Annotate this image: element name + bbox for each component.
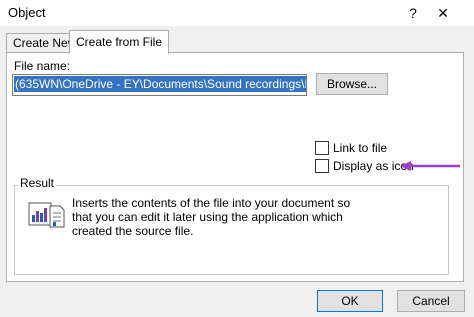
- link-to-file-label: Link to file: [333, 140, 388, 155]
- file-name-input[interactable]: (635WN\OneDrive - EY\Documents\Sound rec…: [12, 74, 307, 96]
- ok-button[interactable]: OK: [317, 290, 383, 312]
- link-to-file-checkbox[interactable]: [315, 140, 329, 155]
- result-description: Inserts the contents of the file into yo…: [72, 196, 351, 238]
- close-button[interactable]: ✕: [432, 3, 454, 23]
- embedded-document-icon: [28, 202, 65, 228]
- tab-create-from-file[interactable]: Create from File: [69, 30, 170, 54]
- cancel-button[interactable]: Cancel: [397, 290, 465, 312]
- browse-button[interactable]: Browse...: [316, 73, 388, 95]
- dialog-title: Object: [8, 5, 46, 20]
- object-dialog: Object ? ✕ Create New Create from File F…: [0, 0, 474, 317]
- link-to-file-option[interactable]: Link to file: [315, 140, 387, 155]
- title-bar: Object ? ✕: [0, 0, 474, 26]
- result-legend: Result: [18, 176, 57, 190]
- annotation-arrow-icon: [400, 161, 460, 171]
- help-button[interactable]: ?: [403, 3, 423, 23]
- file-name-label: File name:: [14, 59, 71, 73]
- display-as-icon-checkbox[interactable]: [315, 158, 329, 173]
- display-as-icon-option[interactable]: Display as icon: [315, 158, 414, 173]
- file-name-value: (635WN\OneDrive - EY\Documents\Sound rec…: [14, 76, 306, 92]
